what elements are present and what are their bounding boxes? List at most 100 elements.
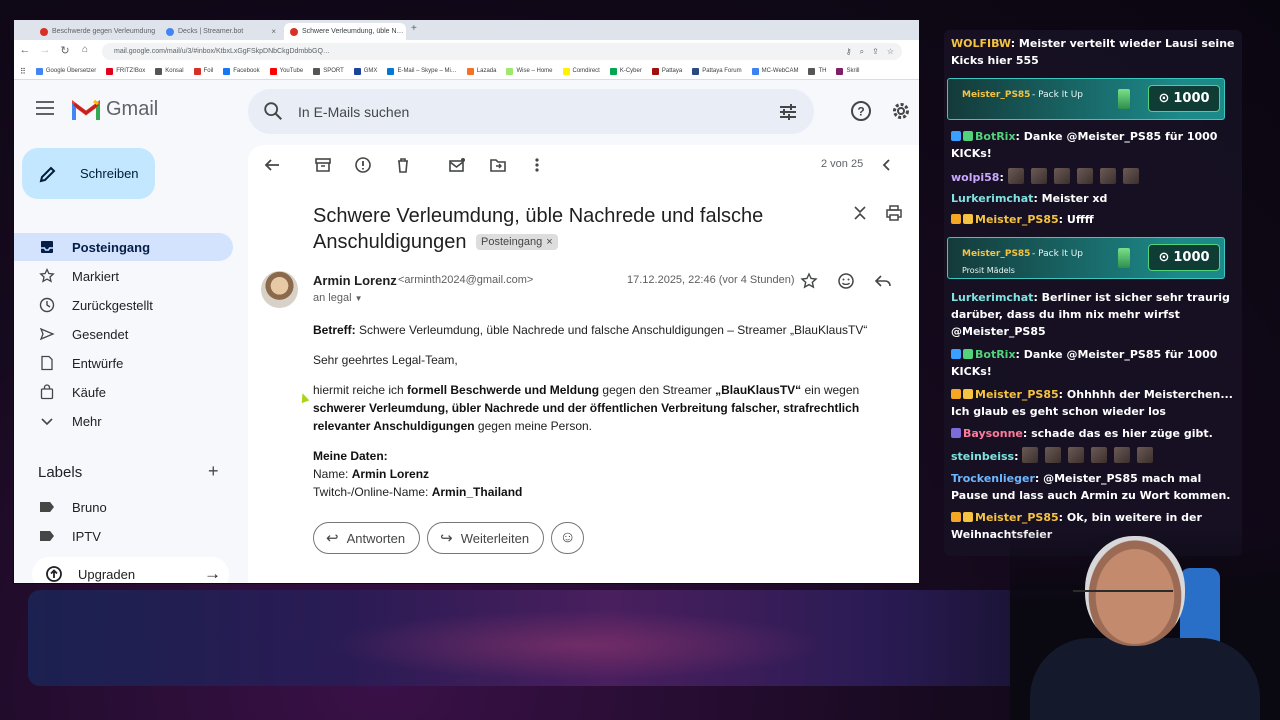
chat-username[interactable]: steinbeiss xyxy=(951,450,1014,463)
sidebar-item-käufe[interactable]: Käufe xyxy=(14,378,233,406)
back-icon[interactable]: ← xyxy=(18,44,32,56)
bookmark-item[interactable]: FRITZ!Box xyxy=(106,67,145,75)
add-label-icon[interactable]: + xyxy=(208,461,219,482)
bookmark-label: Foil xyxy=(203,68,214,74)
emoji-reaction-icon[interactable] xyxy=(837,272,855,290)
zoom-icon[interactable]: ⌕ xyxy=(860,47,864,57)
delete-icon[interactable] xyxy=(394,156,412,174)
chat-username[interactable]: Lurkerimchat xyxy=(951,192,1033,205)
chat-username[interactable]: BotRix xyxy=(975,348,1016,361)
bookmark-item[interactable]: Foil xyxy=(193,67,214,75)
home-icon[interactable]: ⌂ xyxy=(78,44,92,55)
bookmark-favicon-icon xyxy=(751,67,759,75)
report-spam-icon[interactable] xyxy=(354,156,372,174)
bookmark-item[interactable]: YouTube xyxy=(269,67,303,75)
arrow-right-icon: → xyxy=(204,564,221,583)
more-options-icon[interactable] xyxy=(528,156,546,174)
sender-name[interactable]: Armin Lorenz xyxy=(313,273,397,288)
bookmark-item[interactable]: Konsal xyxy=(155,67,184,75)
bookmark-star-icon[interactable]: ☆ xyxy=(887,47,894,57)
bookmark-item[interactable]: GMX xyxy=(353,67,377,75)
archive-icon[interactable] xyxy=(314,156,332,174)
new-tab-button[interactable]: + xyxy=(411,23,417,34)
chat-username[interactable]: Baysonne xyxy=(963,427,1023,440)
bookmark-item[interactable]: SPORT xyxy=(313,67,344,75)
compose-button[interactable]: Schreiben xyxy=(22,148,155,199)
bookmark-label: Pattaya xyxy=(661,68,683,74)
my-data-block: Meine Daten: Name: Armin Lorenz Twitch-/… xyxy=(313,447,913,501)
collapse-all-icon[interactable] xyxy=(851,204,869,222)
chat-text: : Uffff xyxy=(1058,213,1094,226)
label-item[interactable]: Bruno xyxy=(14,494,233,520)
bookmark-item[interactable]: Skrill xyxy=(836,67,859,75)
chat-username[interactable]: Meister_PS85 xyxy=(975,511,1059,524)
bookmark-item[interactable]: Facebook xyxy=(223,67,260,75)
browser-tab-1[interactable]: Beschwerde gegen Verleumdung × xyxy=(34,23,156,40)
bookmark-label: Konsal xyxy=(165,68,184,74)
star-icon[interactable] xyxy=(800,272,818,290)
chat-username[interactable]: wolpi58 xyxy=(951,171,999,184)
upgrade-button[interactable]: Upgraden → xyxy=(32,557,229,583)
back-to-inbox-icon[interactable] xyxy=(263,156,281,174)
mail-search-bar[interactable]: In E-Mails suchen xyxy=(248,89,814,134)
chat-username[interactable]: Meister_PS85 xyxy=(975,388,1059,401)
forward-button[interactable]: ↪ Weiterleiten xyxy=(427,522,545,554)
bookmark-item[interactable]: Comdirect xyxy=(562,67,600,75)
forward-icon[interactable]: → xyxy=(38,44,52,56)
sidebar-item-zurückgestellt[interactable]: Zurückgestellt xyxy=(14,291,233,319)
bookmark-item[interactable]: Pattaya xyxy=(651,67,683,75)
main-menu-button[interactable] xyxy=(36,101,56,117)
browser-tab-2[interactable]: Decks | Streamer.bot × xyxy=(160,23,282,40)
sidebar-item-posteingang[interactable]: Posteingang xyxy=(14,233,233,261)
kick-can-icon xyxy=(1118,248,1130,268)
address-bar[interactable]: mail.google.com/mail/u/3/#inbox/KtbxLxGg… xyxy=(102,43,902,60)
sidebar-item-markiert[interactable]: Markiert xyxy=(14,262,233,290)
bookmark-item[interactable]: Wise – Home xyxy=(506,67,553,75)
apps-grid-icon[interactable]: ⠿ xyxy=(20,67,26,76)
browser-tab-3[interactable]: Schwere Verleumdung, üble N… × xyxy=(284,23,406,40)
reply-icon[interactable] xyxy=(874,272,892,290)
chat-badge-icon xyxy=(951,512,961,522)
bookmark-item[interactable]: TH xyxy=(808,67,826,75)
inbox-label-chip[interactable]: Posteingang × xyxy=(476,234,558,250)
filter-options-icon[interactable] xyxy=(778,102,798,122)
gmail-m-icon xyxy=(72,99,100,120)
remove-label-icon[interactable]: × xyxy=(546,236,552,248)
share-icon[interactable]: ⇪ xyxy=(872,47,879,57)
sidebar-item-mehr[interactable]: Mehr xyxy=(14,407,233,435)
mark-unread-icon[interactable] xyxy=(448,156,466,174)
reply-button[interactable]: ↩ Antworten xyxy=(313,522,421,554)
sender-avatar[interactable] xyxy=(261,271,298,308)
chat-username[interactable]: Meister_PS85 xyxy=(975,213,1059,226)
sidebar-item-gesendet[interactable]: Gesendet xyxy=(14,320,233,348)
key-icon[interactable]: ⚷ xyxy=(846,47,852,57)
chat-username[interactable]: WOLFIBW xyxy=(951,37,1011,50)
bookmark-item[interactable]: Google Übersetzer xyxy=(35,67,96,75)
help-icon[interactable]: ? xyxy=(850,100,872,122)
caret-down-icon[interactable]: ▼ xyxy=(355,294,363,303)
chat-username[interactable]: Trockenlieger xyxy=(951,472,1035,485)
bookmark-favicon-icon xyxy=(387,67,395,75)
sidebar-item-entwürfe[interactable]: Entwürfe xyxy=(14,349,233,377)
gmail-logo[interactable]: Gmail xyxy=(72,98,158,121)
reload-icon[interactable]: ↻ xyxy=(58,44,72,57)
reply-label: Antworten xyxy=(346,530,406,546)
search-icon[interactable] xyxy=(262,100,284,122)
bookmark-item[interactable]: Lazada xyxy=(466,67,496,75)
recipient-details[interactable]: an legal ▼ xyxy=(313,292,363,304)
chat-username[interactable]: Lurkerimchat xyxy=(951,291,1033,304)
settings-gear-icon[interactable] xyxy=(890,100,912,122)
bookmark-item[interactable]: K-Cyber xyxy=(609,67,642,75)
bookmark-item[interactable]: E-Mail – Skype – Mi… xyxy=(387,67,457,75)
close-tab-icon[interactable]: × xyxy=(155,27,156,36)
close-tab-icon[interactable]: × xyxy=(404,27,406,36)
previous-message-icon[interactable] xyxy=(878,156,896,174)
print-icon[interactable] xyxy=(885,204,903,222)
close-tab-icon[interactable]: × xyxy=(267,27,276,36)
chat-username[interactable]: BotRix xyxy=(975,130,1016,143)
bookmark-item[interactable]: Pattaya Forum xyxy=(692,67,742,75)
move-to-folder-icon[interactable] xyxy=(489,156,507,174)
label-item[interactable]: IPTV xyxy=(14,523,233,549)
emoji-button[interactable]: ☺ xyxy=(551,522,585,554)
bookmark-item[interactable]: MC-WebCAM xyxy=(751,67,798,75)
